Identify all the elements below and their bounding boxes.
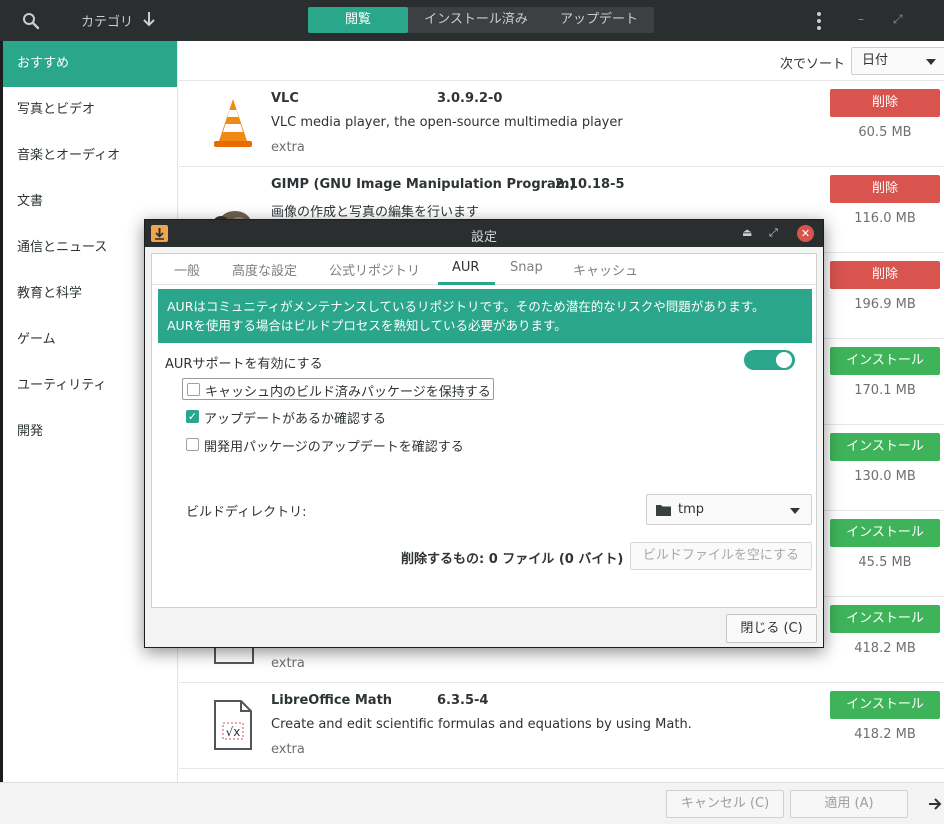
aur-warning-banner: AURはコミュニティがメンテナンスしているリポジトリです。そのため潜在的なリスク… — [158, 289, 812, 343]
dialog-titlebar: 設定 ⏏ ⤢ ✕ — [145, 220, 823, 247]
package-description: Create and edit scientific formulas and … — [271, 717, 692, 732]
tab-aur[interactable]: AUR — [452, 260, 479, 275]
tab-advanced[interactable]: 高度な設定 — [232, 260, 297, 279]
package-size: 418.2 MB — [854, 727, 916, 742]
sidebar-item-featured[interactable]: おすすめ — [3, 41, 177, 87]
chevron-down-icon — [790, 508, 800, 514]
check-dev-updates-checkbox[interactable] — [186, 438, 199, 451]
package-size: 418.2 MB — [854, 641, 916, 656]
header-bar: カテゴリ 閲覧 インストール済み アップデート – ⤢ — [0, 0, 944, 41]
keep-built-packages-option[interactable]: キャッシュ内のビルド済みパッケージを保持する — [182, 378, 494, 400]
sidebar-item-audio[interactable]: 音楽とオーディオ — [3, 133, 177, 179]
package-version: 6.3.5-4 — [437, 693, 489, 708]
tab-official-repos[interactable]: 公式リポジトリ — [329, 260, 420, 279]
package-repo: extra — [271, 742, 305, 757]
check-dev-updates-option[interactable]: 開発用パッケージのアップデートを確認する — [182, 434, 482, 456]
restore-icon[interactable]: ⤢ — [769, 226, 778, 240]
dialog-content: 一般 高度な設定 公式リポジトリ AUR Snap キャッシュ AURはコミュニ… — [151, 253, 817, 608]
sort-bar: 次でソート 日付 — [179, 41, 944, 81]
sort-select[interactable]: 日付 — [851, 47, 944, 75]
check-updates-option[interactable]: ✓ アップデートがあるか確認する — [182, 406, 412, 428]
package-size: 130.0 MB — [854, 469, 916, 484]
tab-snap[interactable]: Snap — [510, 260, 543, 275]
remove-button[interactable]: 削除 — [830, 175, 940, 203]
category-button[interactable]: カテゴリ — [81, 11, 133, 30]
delete-summary: 削除するもの: 0 ファイル (0 バイト) — [401, 552, 624, 567]
sort-label: 次でソート — [780, 57, 846, 72]
svg-text:√x: √x — [226, 725, 241, 739]
install-button[interactable]: インストール — [830, 519, 940, 547]
package-size: 60.5 MB — [858, 125, 912, 140]
tab-cache[interactable]: キャッシュ — [573, 260, 638, 279]
install-button[interactable]: インストール — [830, 605, 940, 633]
package-name: LibreOffice Math — [271, 693, 393, 708]
package-name: GIMP (GNU Image Manipulation Program) — [271, 177, 576, 192]
aur-support-toggle[interactable] — [744, 350, 795, 370]
dialog-title: 設定 — [470, 230, 497, 245]
remove-button[interactable]: 削除 — [830, 89, 940, 117]
package-row[interactable]: √x LibreOffice Math 6.3.5-4 Create and e… — [179, 683, 944, 769]
option-label: 開発用パッケージのアップデートを確認する — [204, 440, 464, 455]
sort-value: 日付 — [862, 53, 889, 68]
tab-browse[interactable]: 閲覧 — [308, 7, 408, 33]
maximize-button[interactable]: ⤢ — [893, 12, 903, 27]
sidebar-item-photo-video[interactable]: 写真とビデオ — [3, 87, 177, 133]
toggle-knob — [776, 352, 792, 368]
build-dir-label: ビルドディレクトリ: — [186, 505, 307, 520]
build-dir-select[interactable]: tmp — [646, 494, 812, 525]
apply-button[interactable]: 適用 (A) — [790, 790, 908, 818]
package-name: VLC — [271, 91, 299, 106]
package-size: 116.0 MB — [854, 211, 916, 226]
install-button[interactable]: インストール — [830, 691, 940, 719]
bottom-bar: キャンセル (C) 適用 (A) — [0, 782, 944, 824]
settings-tabs: 一般 高度な設定 公式リポジトリ AUR Snap キャッシュ — [152, 254, 816, 285]
vlc-icon — [214, 99, 252, 147]
install-button[interactable]: インストール — [830, 347, 940, 375]
clean-build-files-button[interactable]: ビルドファイルを空にする — [630, 542, 812, 570]
close-button[interactable]: 閉じる (C) — [726, 614, 817, 643]
option-label: アップデートがあるか確認する — [204, 412, 387, 427]
arrow-right-icon[interactable] — [928, 796, 942, 812]
close-icon[interactable]: ✕ — [797, 225, 814, 242]
package-version: 3.0.9.2-0 — [437, 91, 503, 106]
menu-icon[interactable] — [815, 11, 823, 31]
arrow-down-icon[interactable] — [142, 11, 156, 27]
active-tab-indicator — [438, 282, 495, 285]
cancel-button[interactable]: キャンセル (C) — [666, 790, 784, 818]
package-size: 170.1 MB — [854, 383, 916, 398]
build-dir-value: tmp — [678, 502, 705, 517]
package-description: VLC media player, the open-source multim… — [271, 115, 623, 130]
remove-button[interactable]: 削除 — [830, 261, 940, 289]
banner-line-2: AURを使用する場合はビルドプロセスを熟知している必要があります。 — [167, 318, 567, 333]
aur-support-label: AURサポートを有効にする — [165, 357, 323, 372]
package-size: 196.9 MB — [854, 297, 916, 312]
minimize-button[interactable]: – — [858, 12, 864, 26]
preferences-dialog: 設定 ⏏ ⤢ ✕ 一般 高度な設定 公式リポジトリ AUR Snap キャッシュ… — [144, 219, 824, 648]
package-row[interactable]: VLC 3.0.9.2-0 VLC media player, the open… — [179, 81, 944, 167]
libreoffice-math-icon: √x — [214, 700, 252, 750]
eject-icon[interactable]: ⏏ — [742, 226, 752, 239]
tab-updates[interactable]: アップデート — [544, 7, 654, 33]
package-repo: extra — [271, 140, 305, 155]
check-updates-checkbox[interactable]: ✓ — [186, 410, 199, 423]
package-repo: extra — [271, 656, 305, 671]
banner-line-1: AURはコミュニティがメンテナンスしているリポジトリです。そのため潜在的なリスク… — [167, 299, 765, 314]
folder-icon — [656, 505, 671, 516]
search-icon[interactable] — [22, 12, 40, 30]
tab-general[interactable]: 一般 — [174, 260, 200, 279]
chevron-down-icon — [926, 59, 936, 65]
package-size: 45.5 MB — [858, 555, 912, 570]
option-label: キャッシュ内のビルド済みパッケージを保持する — [205, 385, 491, 400]
keep-built-packages-checkbox[interactable] — [187, 383, 200, 396]
package-version: 2.10.18-5 — [555, 177, 625, 192]
view-tabs: 閲覧 インストール済み アップデート — [308, 7, 654, 33]
install-button[interactable]: インストール — [830, 433, 940, 461]
tab-installed[interactable]: インストール済み — [408, 7, 544, 33]
package-description: 画像の作成と写真の編集を行います — [271, 205, 480, 220]
